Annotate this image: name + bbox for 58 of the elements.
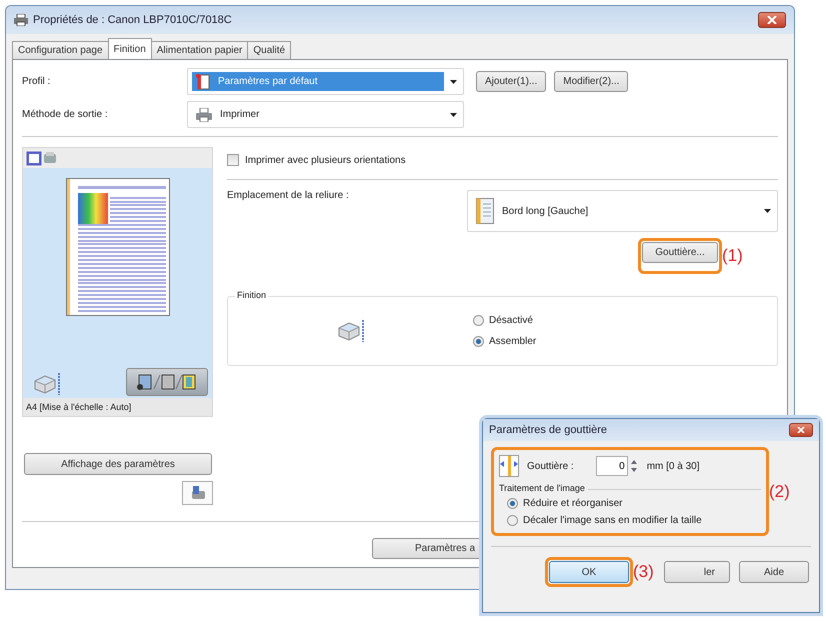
close-icon — [767, 16, 777, 24]
document-icon — [196, 74, 210, 90]
radio-button[interactable] — [507, 498, 518, 509]
printer-icon — [14, 14, 28, 26]
printer-icon — [190, 485, 206, 501]
dialog-title: Paramètres de gouttière — [489, 424, 608, 436]
tab[interactable]: Finition — [108, 38, 152, 59]
radio-label: Décaler l'image sans en modifier la taille — [523, 515, 702, 526]
radio-label: Réduire et réorganiser — [523, 498, 622, 509]
preview-caption: A4 [Mise à l'échelle : Auto] — [23, 398, 212, 416]
callout-label: (3) — [633, 562, 654, 582]
gutter-icon — [499, 455, 519, 477]
tab[interactable]: Alimentation papier — [150, 41, 248, 59]
field-label: Emplacement de la reliure : — [227, 190, 349, 201]
profile-button[interactable]: Modifier(2)... — [554, 71, 628, 92]
caret-icon — [764, 209, 771, 213]
dropdown-value: Paramètres par défaut — [218, 76, 318, 87]
field-label: Gouttière : — [527, 460, 574, 472]
layout-toggle-button[interactable] — [126, 368, 208, 396]
radio-label: Assembler — [489, 336, 536, 347]
window-title: Propriétés de : Canon LBP7010C/7018C — [33, 14, 232, 26]
printer-info-button[interactable] — [182, 481, 213, 505]
binding-dropdown[interactable]: Bord long [Gauche] — [467, 190, 778, 232]
caret-icon — [450, 80, 457, 84]
settings-display-button[interactable]: Affichage des paramètres — [24, 453, 212, 475]
callout-label: (2) — [769, 482, 790, 502]
checkbox-label: Imprimer avec plusieurs orientations — [245, 154, 406, 166]
field-label: Profil : — [22, 76, 52, 87]
close-button[interactable] — [758, 12, 786, 28]
paper-stack-icon — [33, 372, 61, 396]
radio-button[interactable] — [473, 315, 484, 326]
binding-page-icon — [476, 198, 494, 224]
checkbox[interactable] — [227, 154, 239, 166]
radio-button[interactable] — [473, 336, 484, 347]
dropdown-value: Imprimer — [220, 109, 260, 120]
ok-button[interactable]: OK — [549, 561, 629, 583]
field-label: Méthode de sortie : — [22, 109, 109, 120]
profile-button[interactable]: Ajouter(1)... — [476, 71, 546, 92]
cancel-button[interactable]: ler — [664, 561, 730, 583]
help-button[interactable]: Aide — [739, 561, 809, 583]
radio-button[interactable] — [507, 515, 518, 526]
tab[interactable]: Qualité — [247, 41, 292, 59]
radio-label: Désactivé — [489, 315, 533, 326]
gutter-button[interactable]: Gouttière... — [642, 242, 718, 263]
close-button[interactable] — [789, 423, 813, 437]
unit-label: mm [0 à 30] — [646, 460, 700, 472]
callout-label: (1) — [722, 246, 743, 266]
page-view-icon[interactable] — [26, 150, 42, 166]
dropdown-value: Bord long [Gauche] — [502, 206, 588, 216]
tab[interactable]: Configuration page — [12, 41, 109, 59]
group-title: Finition — [235, 290, 268, 300]
paper-stack-icon — [336, 319, 364, 343]
close-icon — [797, 427, 805, 433]
group-title: Traitement de l'image — [499, 483, 588, 493]
printer-icon — [196, 108, 212, 122]
gutter-input[interactable]: 0 — [596, 456, 628, 476]
output-dropdown[interactable]: Imprimer — [187, 101, 464, 128]
caret-icon — [450, 112, 457, 116]
